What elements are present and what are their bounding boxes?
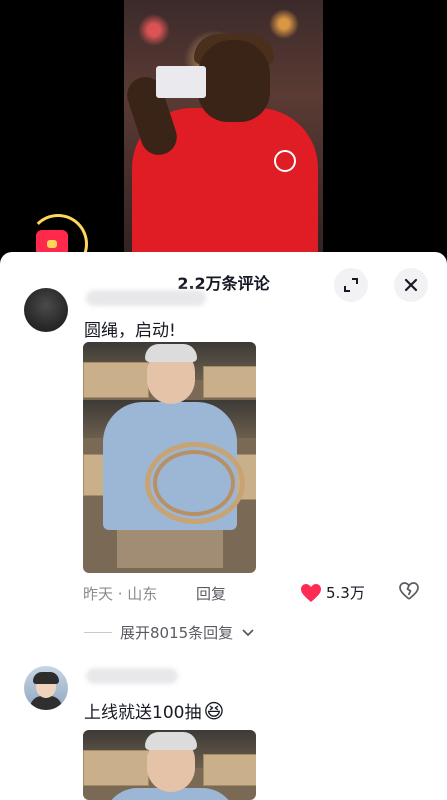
expand-replies-button[interactable]: 展开8015条回复 (84, 622, 255, 643)
comment-sheet: 2.2万条评论 圆绳，启动! 昨天 · 山东 回复 5.3万 展开8015条回复… (0, 252, 447, 800)
image-box (83, 362, 149, 398)
commenter-name-blurred[interactable] (86, 668, 178, 684)
shirt-logo (274, 150, 296, 172)
commenter-name-blurred[interactable] (86, 290, 206, 306)
video-frame[interactable] (124, 0, 323, 270)
expand-sheet-button[interactable] (334, 268, 368, 302)
image-rope (153, 450, 235, 516)
comment-time-location: 昨天 · 山东 (83, 585, 158, 603)
close-button[interactable] (394, 268, 428, 302)
comment-text: 圆绳，启动! (84, 321, 176, 341)
comment-text: 上线就送100抽 (84, 703, 202, 723)
video-phone (156, 66, 206, 98)
image-box (83, 750, 149, 786)
comment-image[interactable] (83, 730, 256, 800)
commenter-avatar[interactable] (24, 288, 68, 332)
red-packet-seal (47, 240, 57, 248)
image-box (203, 366, 256, 398)
like-button[interactable]: 5.3万 (300, 582, 365, 603)
avatar-hair (33, 672, 59, 684)
laughing-emoji-icon: 😆 (203, 698, 225, 723)
divider-line (84, 632, 112, 633)
broken-heart-icon (399, 582, 419, 600)
comment-sheet-header: 2.2万条评论 (0, 252, 447, 308)
commenter-avatar[interactable] (24, 666, 68, 710)
like-count: 5.3万 (326, 584, 365, 602)
close-icon (404, 278, 418, 292)
expand-icon (344, 278, 358, 292)
image-man-pants (117, 528, 223, 568)
comment-image[interactable] (83, 342, 256, 573)
heart-icon (301, 583, 321, 602)
video-area[interactable] (0, 0, 447, 274)
comment-text-row: 上线就送100抽 😆 (84, 698, 225, 724)
image-man-hair (145, 732, 197, 750)
reply-button[interactable]: 回复 (196, 583, 226, 604)
avatar-torso (30, 696, 62, 710)
comment-count-title: 2.2万条评论 (177, 274, 270, 293)
expand-replies-label: 展开8015条回复 (120, 624, 234, 642)
video-person-head (198, 40, 270, 122)
dislike-button[interactable] (398, 580, 420, 606)
image-box (203, 754, 256, 786)
chevron-down-icon (242, 628, 254, 636)
image-man-hair (145, 344, 197, 362)
